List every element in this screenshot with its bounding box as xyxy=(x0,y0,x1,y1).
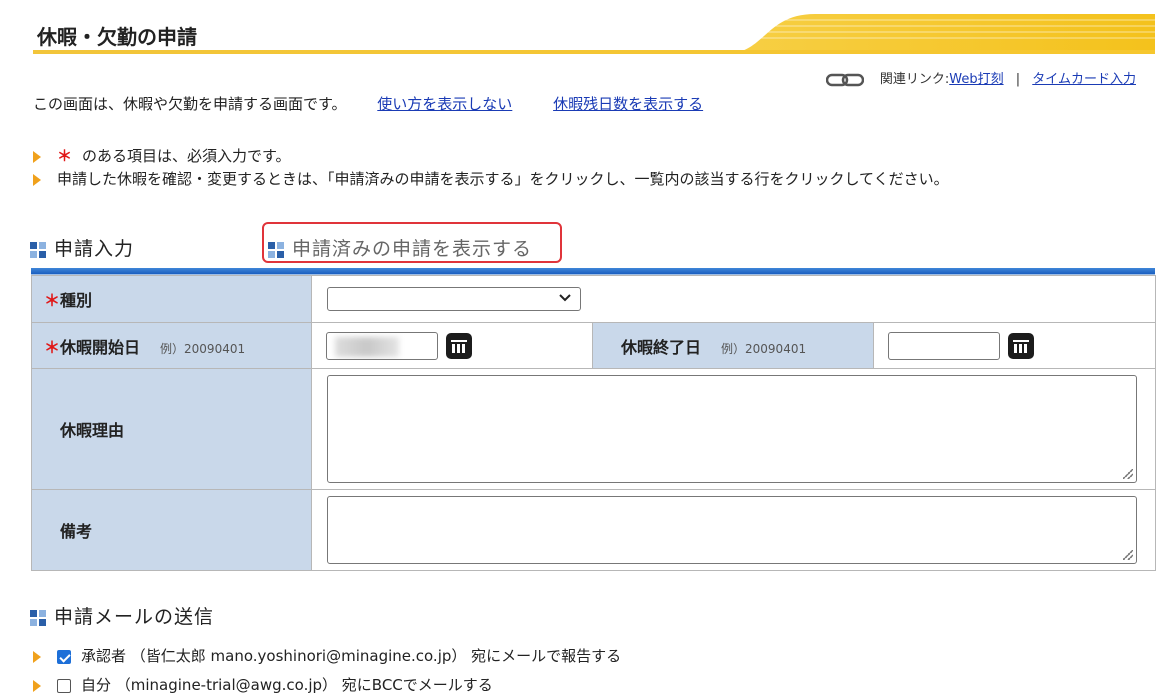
reason-label-cell: 休暇理由 xyxy=(31,368,312,490)
page-header: 休暇・欠勤の申請 xyxy=(33,14,1155,54)
reason-label: 休暇理由 xyxy=(60,421,125,440)
chevron-down-icon xyxy=(558,290,572,308)
type-select[interactable] xyxy=(327,287,581,311)
end-date-label: 休暇終了日 xyxy=(621,337,702,357)
header-decoration xyxy=(725,14,1155,54)
section-mail-title: 申請メールの送信 xyxy=(30,602,214,629)
end-date-label-cell: 休暇終了日 例）20090401 xyxy=(592,322,874,369)
start-date-label: 休暇開始日 xyxy=(60,337,141,357)
application-form: ＊種別 ＊休暇開始日 例）20090401 休暇終了日 例）20090401 休… xyxy=(31,268,1157,571)
remarks-textarea[interactable] xyxy=(327,496,1137,564)
link-separator: | xyxy=(1015,72,1021,87)
intro-line: この画面は、休暇や欠勤を申請する画面です。 使い方を表示しない 休暇残日数を表示… xyxy=(33,93,703,114)
remarks-label: 備考 xyxy=(60,522,93,541)
web-punch-link[interactable]: Web打刻 xyxy=(949,72,1003,87)
note-text: のある項目は、必須入力です。 xyxy=(82,147,291,165)
required-star: ＊ xyxy=(44,337,61,357)
hide-usage-link[interactable]: 使い方を表示しない xyxy=(377,95,512,113)
calendar-icon[interactable] xyxy=(1008,332,1034,359)
remarks-input-cell xyxy=(310,489,1157,571)
reason-input-cell xyxy=(310,368,1157,490)
approver-mail-text: 承認者 （皆仁太郎 mano.yoshinori@minagine.co.jp）… xyxy=(81,647,622,665)
required-star: ＊ xyxy=(57,147,73,165)
note-view-submitted: 申請した休暇を確認・変更するときは、「申請済みの申請を表示する」をクリックし、一… xyxy=(33,168,949,191)
required-star: ＊ xyxy=(44,291,61,310)
start-date-input-cell xyxy=(311,322,593,369)
end-date-input[interactable] xyxy=(888,331,1000,360)
remarks-label-cell: 備考 xyxy=(31,489,312,571)
end-date-input-cell xyxy=(872,322,1157,369)
remarks-row: 備考 xyxy=(31,489,1157,571)
redacted-value xyxy=(335,336,399,357)
page-title: 休暇・欠勤の申請 xyxy=(37,25,197,49)
form-top-bar xyxy=(31,268,1155,275)
end-date-example: 例）20090401 xyxy=(721,341,807,356)
show-remaining-days-link[interactable]: 休暇残日数を表示する xyxy=(553,95,703,113)
note-text: 申請した休暇を確認・変更するときは、「申請済みの申請を表示する」をクリックし、一… xyxy=(57,170,949,188)
timecard-link[interactable]: タイムカード入力 xyxy=(1032,72,1136,87)
intro-text: この画面は、休暇や欠勤を申請する画面です。 xyxy=(33,95,347,113)
mail-option-approver: 承認者 （皆仁太郎 mano.yoshinori@minagine.co.jp）… xyxy=(33,642,621,671)
notes-list: ＊ のある項目は、必須入力です。 申請した休暇を確認・変更するときは、「申請済み… xyxy=(33,145,949,191)
self-bcc-text: 自分 （minagine-trial@awg.co.jp） 宛にBCCでメールす… xyxy=(81,676,493,694)
approver-mail-checkbox[interactable] xyxy=(57,649,71,664)
note-required: ＊ のある項目は、必須入力です。 xyxy=(33,145,949,168)
type-input-cell xyxy=(310,275,1157,323)
bullet-arrow-icon xyxy=(33,650,41,663)
resize-grip-icon[interactable] xyxy=(1123,469,1133,479)
resize-grip-icon[interactable] xyxy=(1123,550,1133,560)
bullet-arrow-icon xyxy=(33,150,41,163)
related-links-label: 関連リンク: xyxy=(879,72,950,87)
related-links: 関連リンク:Web打刻 | タイムカード入力 xyxy=(825,68,1136,87)
header-underline xyxy=(33,50,1155,54)
start-date-input[interactable] xyxy=(326,331,438,360)
type-label-cell: ＊種別 xyxy=(31,275,312,323)
type-label: 種別 xyxy=(60,291,93,310)
show-submitted-tab[interactable]: 申請済みの申請を表示する xyxy=(268,234,532,261)
date-row: ＊休暇開始日 例）20090401 休暇終了日 例）20090401 xyxy=(31,322,1157,369)
start-date-example: 例）20090401 xyxy=(160,341,246,356)
section-grid-icon xyxy=(30,241,46,258)
reason-row: 休暇理由 xyxy=(31,368,1157,490)
section-grid-icon xyxy=(30,609,46,626)
link-chain-icon xyxy=(825,73,864,86)
start-date-label-cell: ＊休暇開始日 例）20090401 xyxy=(31,322,312,369)
section-grid-icon xyxy=(268,241,284,258)
calendar-icon[interactable] xyxy=(446,332,472,359)
bullet-arrow-icon xyxy=(33,173,41,186)
mail-options: 承認者 （皆仁太郎 mano.yoshinori@minagine.co.jp）… xyxy=(33,642,621,700)
mail-option-self: 自分 （minagine-trial@awg.co.jp） 宛にBCCでメールす… xyxy=(33,671,621,700)
section-input-title: 申請入力 xyxy=(30,234,134,261)
self-bcc-checkbox[interactable] xyxy=(57,678,71,693)
reason-textarea[interactable] xyxy=(327,375,1137,483)
type-row: ＊種別 xyxy=(31,275,1157,323)
